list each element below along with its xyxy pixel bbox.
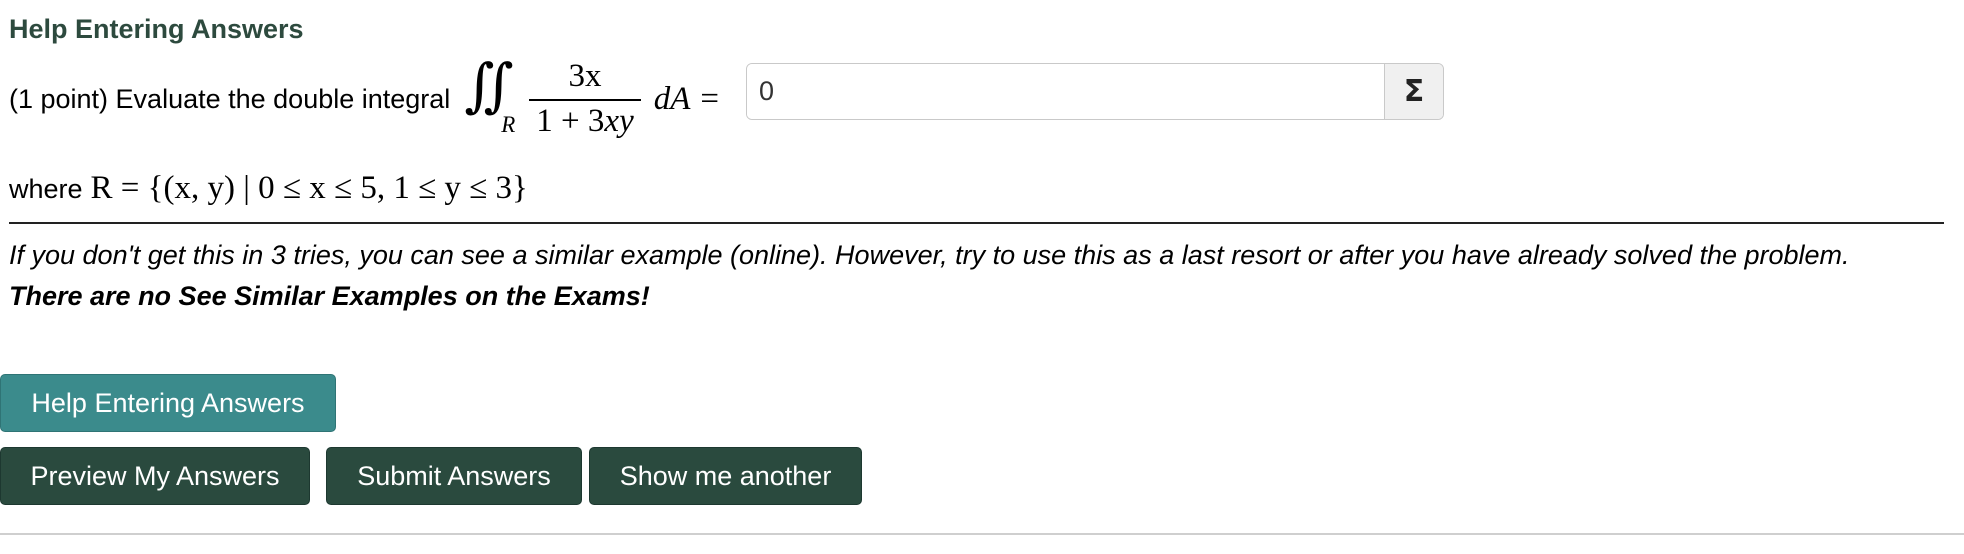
help-entering-answers-heading: Help Entering Answers: [9, 14, 304, 44]
answer-input-group: Σ: [746, 63, 1444, 120]
integral-region: R: [501, 112, 516, 137]
answer-input[interactable]: [747, 64, 1384, 119]
problem-prefix: (1 point) Evaluate the double integral: [9, 83, 451, 114]
double-integral: ∬ R: [464, 54, 524, 144]
where-label: where: [9, 174, 83, 204]
similar-example-note: If you don't get this in 3 tries, you ca…: [9, 240, 1850, 270]
problem-statement: (1 point) Evaluate the double integral ∬…: [9, 54, 719, 144]
region-definition: where R = {(x, y) | 0 ≤ x ≤ 5, 1 ≤ y ≤ 3…: [9, 170, 528, 207]
bottom-divider: [0, 533, 1964, 535]
differential: dA: [653, 80, 691, 117]
submit-answers-button[interactable]: Submit Answers: [326, 447, 582, 505]
equation-editor-button[interactable]: Σ: [1384, 64, 1443, 119]
preview-answers-button[interactable]: Preview My Answers: [0, 447, 310, 505]
divider: [9, 222, 1944, 224]
integrand-fraction: 3x 1 + 3xy: [528, 58, 641, 140]
integral-sign: ∬: [464, 51, 514, 119]
help-entering-answers-button[interactable]: Help Entering Answers: [0, 374, 336, 432]
region-expression: R = {(x, y) | 0 ≤ x ≤ 5, 1 ≤ y ≤ 3}: [90, 170, 528, 206]
integrand-denominator: 1 + 3xy: [536, 103, 634, 139]
equals-sign: =: [700, 80, 720, 117]
show-another-button[interactable]: Show me another: [589, 447, 862, 505]
integrand-numerator: 3x: [568, 58, 602, 94]
exam-warning: There are no See Similar Examples on the…: [9, 281, 650, 311]
